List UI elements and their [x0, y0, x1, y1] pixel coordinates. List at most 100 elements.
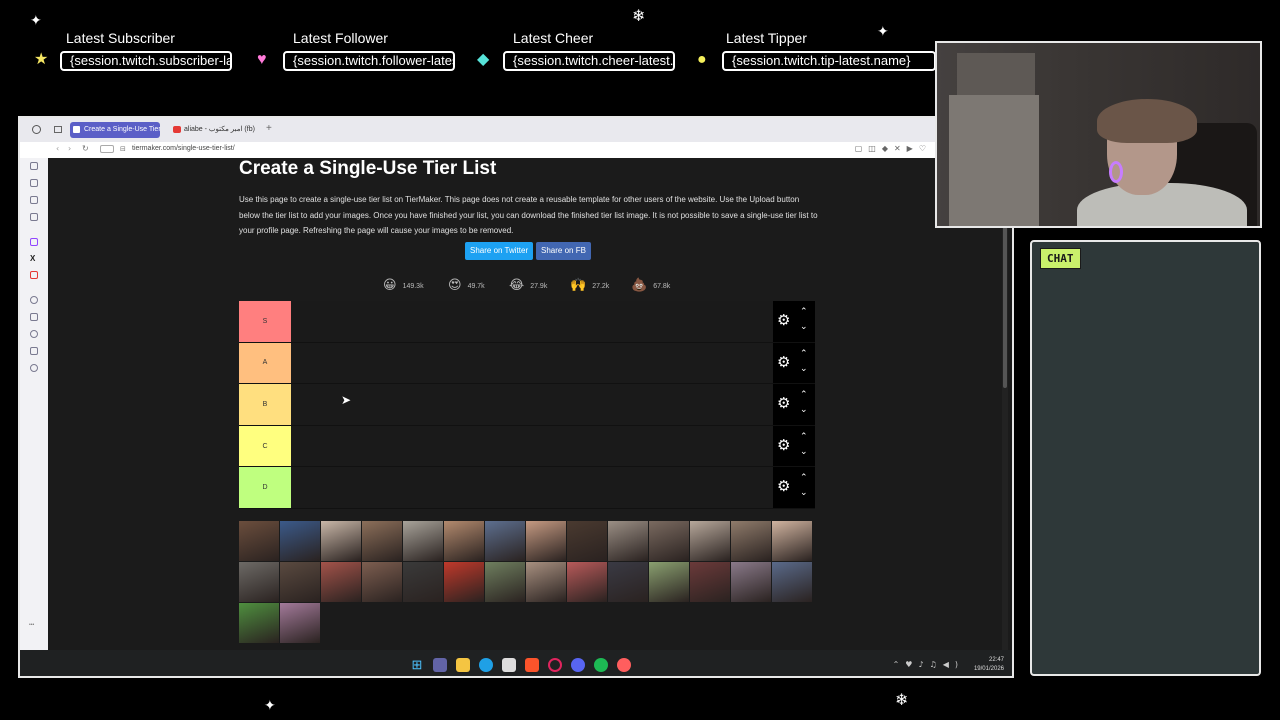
tier-label[interactable]: B — [239, 384, 291, 425]
tab-manager-icon[interactable] — [54, 126, 62, 133]
tier-drop-area[interactable] — [291, 384, 773, 425]
reaction-laughing[interactable]: 😂 27.9k — [509, 278, 547, 295]
toolbar-extension-icons[interactable]: ▢◫◆✕▶♡ — [855, 144, 932, 153]
gear-icon[interactable]: ⚙ — [777, 354, 790, 370]
vpn-icon[interactable] — [100, 145, 114, 153]
tier-drop-area[interactable] — [291, 467, 773, 508]
image-thumbnail[interactable] — [526, 521, 566, 561]
share-twitter-button[interactable]: Share on Twitter — [465, 242, 534, 260]
image-thumbnail[interactable] — [321, 521, 361, 561]
alert-value: {session.twitch.follower-latest.name} — [283, 51, 455, 71]
sidebar-settings-icon[interactable] — [30, 364, 38, 372]
image-thumbnail[interactable] — [362, 562, 402, 602]
image-thumbnail[interactable] — [608, 562, 648, 602]
image-thumbnail[interactable] — [362, 521, 402, 561]
forward-icon[interactable]: › — [68, 144, 71, 153]
image-thumbnail[interactable] — [731, 562, 771, 602]
image-thumbnail[interactable] — [608, 521, 648, 561]
gear-icon[interactable]: ⚙ — [777, 396, 790, 411]
image-thumbnail[interactable] — [690, 562, 730, 602]
sidebar-box-icon[interactable] — [30, 313, 38, 321]
tier-label[interactable]: D — [239, 467, 291, 508]
chevron-up-icon[interactable]: ⌃ — [800, 308, 808, 317]
sidebar-bookmark-icon[interactable] — [30, 179, 38, 187]
tab-youtube[interactable]: aliabe - امبر مكتوب (fb) — [170, 122, 262, 138]
sidebar-history-icon[interactable] — [30, 162, 38, 170]
image-thumbnail[interactable] — [321, 562, 361, 602]
opera-icon[interactable] — [548, 658, 562, 672]
image-thumbnail[interactable] — [239, 603, 279, 643]
tier-label[interactable]: A — [239, 342, 291, 384]
gear-icon[interactable]: ⚙ — [777, 437, 790, 453]
share-fb-button[interactable]: Share on FB — [536, 242, 591, 260]
sidebar-clock-icon[interactable] — [30, 296, 38, 304]
image-thumbnail[interactable] — [239, 521, 279, 561]
sidebar-more-icon[interactable]: ••• — [29, 622, 34, 628]
image-thumbnail[interactable] — [649, 521, 689, 561]
new-tab-icon[interactable]: + — [266, 123, 272, 134]
app-icon[interactable] — [617, 658, 631, 672]
image-thumbnail[interactable] — [239, 562, 279, 602]
image-thumbnail[interactable] — [567, 562, 607, 602]
chevron-down-icon[interactable]: ⌄ — [800, 323, 808, 332]
tier-drop-area[interactable] — [291, 301, 773, 342]
image-thumbnail[interactable] — [772, 521, 812, 561]
gear-icon[interactable]: ⚙ — [777, 479, 790, 494]
windows-start-icon[interactable]: ⊞ — [410, 658, 424, 672]
tier-label[interactable]: C — [239, 425, 291, 467]
tier-label[interactable]: S — [239, 301, 291, 342]
chevron-down-icon[interactable]: ⌄ — [800, 406, 808, 415]
image-thumbnail[interactable] — [280, 603, 320, 643]
back-icon[interactable]: ‹ — [56, 144, 59, 153]
sidebar-messenger-icon[interactable] — [30, 196, 38, 204]
image-thumbnail[interactable] — [403, 521, 443, 561]
system-tray-icons[interactable]: ⌃♥♪♫◀) — [893, 660, 964, 669]
alert-latest-follower: Latest Follower — [293, 30, 388, 46]
teams-icon[interactable] — [433, 658, 447, 672]
file-explorer-icon[interactable] — [456, 658, 470, 672]
edge-icon[interactable] — [479, 658, 493, 672]
image-thumbnail[interactable] — [444, 562, 484, 602]
reaction-poop[interactable]: 💩 67.8k — [631, 278, 670, 295]
scrollbar[interactable] — [1002, 158, 1008, 650]
sidebar-app-icon[interactable] — [30, 213, 38, 221]
brave-icon[interactable] — [525, 658, 539, 672]
sidebar-history2-icon[interactable] — [30, 330, 38, 338]
address-input[interactable]: tiermaker.com/single-use-tier-list/ — [132, 145, 235, 152]
image-thumbnail[interactable] — [403, 562, 443, 602]
chevron-up-icon[interactable]: ⌃ — [800, 474, 808, 483]
chevron-down-icon[interactable]: ⌄ — [800, 364, 808, 374]
image-thumbnail[interactable] — [280, 562, 320, 602]
reaction-grinning[interactable]: 😀 149.3k — [383, 278, 424, 295]
image-thumbnail[interactable] — [731, 521, 771, 561]
discord-icon[interactable] — [571, 658, 585, 672]
chevron-down-icon[interactable]: ⌄ — [800, 489, 808, 498]
tier-drop-area[interactable] — [291, 342, 773, 384]
image-thumbnail[interactable] — [690, 521, 730, 561]
reload-icon[interactable]: ↻ — [82, 144, 89, 153]
image-thumbnail[interactable] — [526, 562, 566, 602]
tier-drop-area[interactable] — [291, 425, 773, 467]
image-thumbnail[interactable] — [444, 521, 484, 561]
reaction-heart-eyes[interactable]: 😍 49.7k — [448, 278, 485, 295]
image-thumbnail[interactable] — [485, 521, 525, 561]
image-thumbnail[interactable] — [772, 562, 812, 602]
reaction-raised-hands[interactable]: 🙌 27.2k — [570, 278, 609, 295]
spotify-icon[interactable] — [594, 658, 608, 672]
store-icon[interactable] — [502, 658, 516, 672]
image-thumbnail[interactable] — [567, 521, 607, 561]
sidebar-cube-icon[interactable] — [30, 347, 38, 355]
image-thumbnail[interactable] — [485, 562, 525, 602]
sidebar-shield-icon[interactable] — [30, 271, 38, 279]
gear-icon[interactable]: ⚙ — [777, 313, 790, 328]
tab-tiermaker[interactable]: Create a Single-Use Tier — [70, 122, 160, 138]
sidebar-x-icon[interactable]: X — [30, 254, 35, 263]
clock[interactable]: 22:47 19/01/2026 — [974, 656, 1004, 674]
sidebar-twitch-icon[interactable] — [30, 238, 38, 246]
image-thumbnail[interactable] — [649, 562, 689, 602]
chevron-up-icon[interactable]: ⌃ — [800, 391, 808, 400]
chevron-up-icon[interactable]: ⌃ — [800, 349, 808, 359]
chevron-up-icon[interactable]: ⌃ — [800, 432, 808, 442]
image-thumbnail[interactable] — [280, 521, 320, 561]
chevron-down-icon[interactable]: ⌄ — [800, 447, 808, 457]
